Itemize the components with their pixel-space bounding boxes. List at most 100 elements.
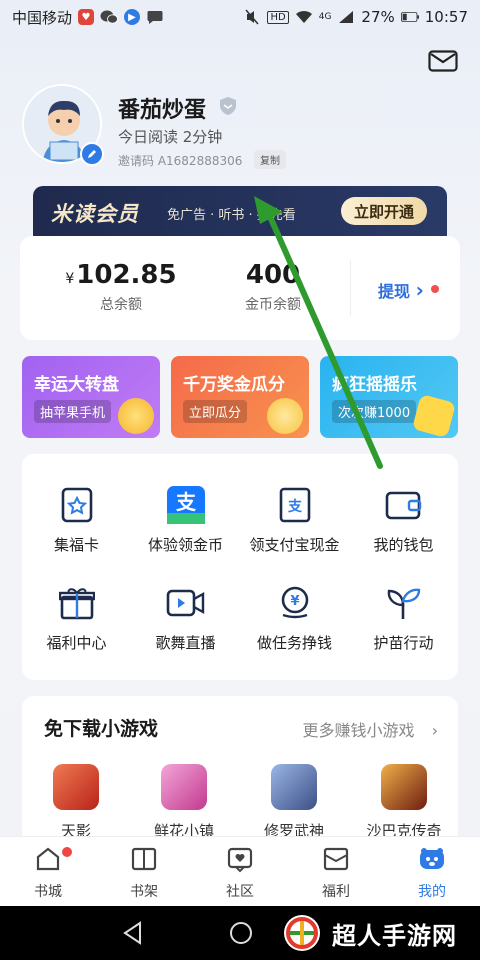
activity-tag: 次次赚1000: [332, 400, 417, 423]
vip-activate-button[interactable]: 立即开通: [341, 197, 427, 225]
vip-title: 米读会员: [51, 202, 139, 226]
signal-icon: [337, 9, 355, 25]
card-icon: [56, 484, 98, 526]
withdraw-label: 提现: [378, 282, 411, 301]
tab-bookstore[interactable]: 书城: [0, 845, 96, 901]
feature-fuka[interactable]: 集福卡: [22, 484, 131, 555]
game-item[interactable]: 沙巴克传奇: [354, 764, 454, 841]
tab-bookshelf[interactable]: 书架: [96, 845, 192, 901]
games-title: 免下载小游戏: [44, 718, 159, 740]
feature-label: 集福卡: [53, 536, 99, 554]
home-icon[interactable]: [228, 920, 254, 946]
alipay-cash-icon: 支: [274, 484, 316, 526]
tab-label: 社区: [226, 884, 254, 900]
reading-time: 今日阅读 2分钟: [118, 128, 223, 146]
tab-community[interactable]: 社区: [192, 845, 288, 901]
game-icon-flower-town: [161, 764, 207, 810]
game-item[interactable]: 修罗武神: [244, 764, 344, 841]
back-icon[interactable]: [120, 920, 146, 946]
feature-live[interactable]: 歌舞直播: [131, 582, 240, 653]
currency-symbol: ¥: [65, 271, 75, 287]
watermark: 超人手游网: [280, 909, 476, 957]
game-item[interactable]: 鲜花小镇: [134, 764, 234, 841]
bookshelf-icon: [131, 847, 157, 871]
watermark-logo-icon: [284, 915, 320, 951]
activity-title: 疯狂摇摇乐: [332, 375, 417, 395]
mail-icon[interactable]: [428, 50, 458, 72]
dice-icon: [411, 393, 457, 438]
tab-label: 福利: [322, 884, 350, 900]
notification-dot: [431, 285, 439, 293]
wechat-icon: [100, 9, 118, 25]
game-icon-shabake: [381, 764, 427, 810]
system-nav-bar: 超人手游网: [0, 906, 480, 960]
activity-bonus-split[interactable]: 千万奖金瓜分 立即瓜分: [171, 356, 309, 438]
tab-label: 我的: [418, 884, 446, 900]
feature-label: 领支付宝现金: [249, 536, 340, 554]
svg-text:¥: ¥: [290, 594, 299, 609]
alipay-coin-icon: 支: [165, 484, 207, 526]
total-balance-label: 总余额: [100, 297, 142, 313]
svg-text:支: 支: [176, 490, 197, 514]
level-badge-icon[interactable]: [218, 96, 238, 116]
mini-games-section: 免下载小游戏 更多赚钱小游戏 › 天影 鲜花小镇 修罗武神 沙巴克传奇: [22, 696, 458, 846]
hd-label: HD: [267, 10, 289, 24]
tab-label: 书城: [34, 884, 62, 900]
feature-alipay-cash[interactable]: 支 领支付宝现金: [240, 484, 349, 555]
feature-label: 歌舞直播: [155, 634, 216, 652]
tab-label: 书架: [130, 884, 158, 900]
more-games-label: 更多赚钱小游戏: [302, 721, 415, 740]
copy-button[interactable]: 复制: [254, 150, 286, 169]
wallet-icon: [383, 484, 425, 526]
feature-welfare[interactable]: 福利中心: [22, 582, 131, 653]
sprout-icon: [383, 582, 425, 624]
vip-banner[interactable]: 米读会员 免广告 · 听书 · 抢先看 立即开通: [33, 186, 447, 236]
welfare-icon: [323, 847, 349, 871]
feature-trial-coins[interactable]: 支 体验领金币: [131, 484, 240, 555]
wifi-icon: [295, 9, 313, 25]
carrier-label: 中国移动: [12, 8, 73, 27]
bookstore-icon: [36, 847, 60, 871]
more-games-link[interactable]: 更多赚钱小游戏 ›: [302, 717, 438, 741]
message-icon: [146, 9, 164, 25]
nickname: 番茄炒蛋: [118, 98, 207, 123]
feature-wallet[interactable]: 我的钱包: [349, 484, 458, 555]
video-icon: [165, 582, 207, 624]
feature-seedling[interactable]: 护苗行动: [349, 582, 458, 653]
app-notification-icon: ♥: [78, 9, 95, 25]
feature-label: 体验领金币: [147, 536, 223, 554]
bottom-tab-bar: 书城 书架 社区 福利 我的: [0, 836, 480, 906]
withdraw-button[interactable]: 提现 ›: [378, 278, 424, 302]
status-left: 中国移动 ♥ ▶: [12, 7, 164, 28]
community-icon: [227, 847, 253, 873]
feature-tasks[interactable]: ¥ 做任务挣钱: [240, 582, 349, 653]
feature-label: 福利中心: [46, 634, 107, 652]
feature-label: 护苗行动: [373, 634, 434, 652]
tab-welfare[interactable]: 福利: [288, 845, 384, 901]
coin-balance[interactable]: 400 金币余额: [198, 260, 348, 314]
feature-label: 做任务挣钱: [256, 634, 332, 652]
profile-section: 番茄炒蛋 今日阅读 2分钟 邀请码 A1682888306 复制: [20, 84, 460, 174]
invite-code: 邀请码 A1682888306: [118, 154, 243, 168]
game-icon-tianying: [53, 764, 99, 810]
edit-avatar-icon[interactable]: [80, 142, 104, 166]
svg-text:支: 支: [287, 498, 303, 515]
feature-label: 我的钱包: [373, 536, 434, 554]
activity-lucky-wheel[interactable]: 幸运大转盘 抽苹果手机: [22, 356, 160, 438]
divider: [350, 260, 351, 316]
play-notification-icon: ▶: [124, 9, 141, 25]
coin-hand-icon: ¥: [274, 582, 316, 624]
game-icon-xiuluo: [271, 764, 317, 810]
lucky-wheel-icon: [118, 398, 154, 434]
network-label: 4G: [318, 12, 332, 22]
game-item[interactable]: 天影: [26, 764, 126, 841]
notification-dot: [62, 847, 72, 857]
total-balance[interactable]: ¥102.85 总余额: [46, 260, 196, 314]
activity-shake[interactable]: 疯狂摇摇乐 次次赚1000: [320, 356, 458, 438]
tab-mine[interactable]: 我的: [384, 845, 480, 901]
balance-card: ¥102.85 总余额 400 金币余额 提现 ›: [20, 236, 460, 340]
vip-benefits: 免广告 · 听书 · 抢先看: [167, 208, 296, 223]
feature-grid: 集福卡 支 体验领金币 支 领支付宝现金 我的钱包 福利中心 歌舞直播 ¥ 做任…: [22, 454, 458, 680]
battery-icon: [400, 9, 419, 25]
battery-percent: 27%: [361, 8, 395, 26]
